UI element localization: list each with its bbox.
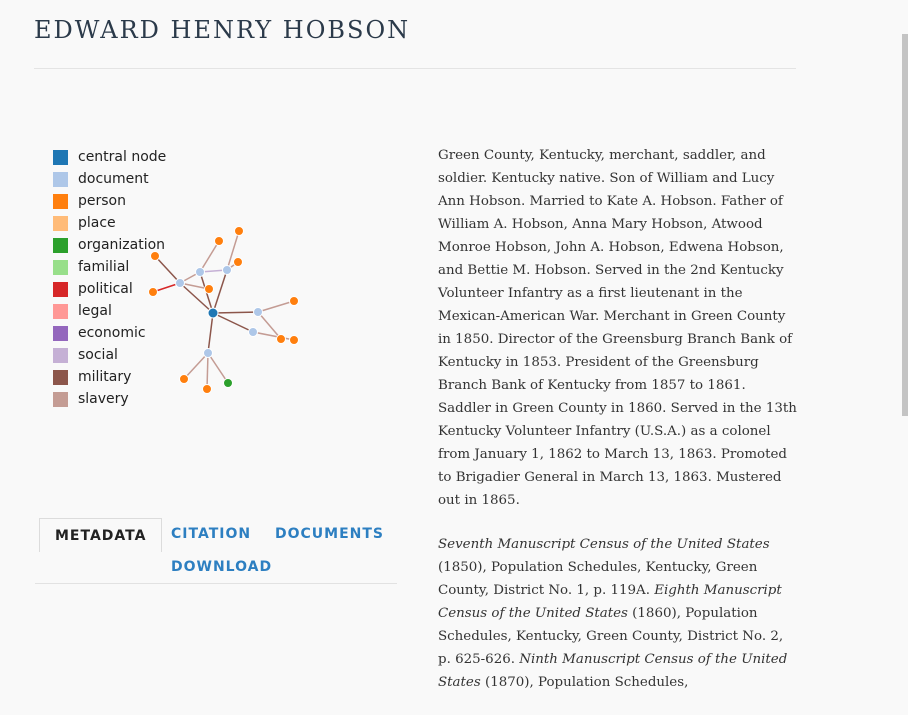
tab-metadata[interactable]: METADATA <box>39 518 163 552</box>
node-document[interactable] <box>248 327 258 337</box>
citation-paragraph: Seventh Manuscript Census of the United … <box>438 533 800 694</box>
legend-item-person: person <box>53 190 166 212</box>
node-document[interactable] <box>203 348 213 358</box>
legend-label: central node <box>78 149 167 165</box>
legend-item-central-node: central node <box>53 146 166 168</box>
node-document[interactable] <box>222 265 232 275</box>
node-person[interactable] <box>179 374 189 384</box>
citation-title: Seventh Manuscript Census of the United … <box>438 537 770 552</box>
network-edge <box>207 312 214 354</box>
legend-label: military <box>78 369 132 385</box>
node-document[interactable] <box>195 267 205 277</box>
legend-label: slavery <box>78 391 129 407</box>
network-edge <box>183 352 209 380</box>
legend-label: legal <box>78 303 112 319</box>
network-nodes <box>148 226 299 394</box>
page-title: EDWARD HENRY HOBSON <box>34 16 411 44</box>
tab-download[interactable]: DOWNLOAD <box>171 559 272 575</box>
title-divider <box>34 68 796 69</box>
biography: Green County, Kentucky, merchant, saddle… <box>438 144 800 715</box>
node-person[interactable] <box>276 334 286 344</box>
node-person[interactable] <box>214 236 224 246</box>
node-person[interactable] <box>289 335 299 345</box>
legend-swatch <box>53 215 68 231</box>
legend-swatch <box>53 193 68 209</box>
network-edge <box>212 312 254 333</box>
node-organization[interactable] <box>223 378 233 388</box>
legend-swatch <box>53 369 68 385</box>
node-document[interactable] <box>175 278 185 288</box>
legend-swatch <box>53 237 68 253</box>
biography-paragraph: Green County, Kentucky, merchant, saddle… <box>438 148 797 508</box>
node-person[interactable] <box>148 287 158 297</box>
legend-swatch <box>53 303 68 319</box>
legend-label: place <box>78 215 116 231</box>
network-edge <box>207 352 229 384</box>
network-edge <box>257 300 295 313</box>
tab-citation[interactable]: CITATION <box>171 526 251 542</box>
legend-label: economic <box>78 325 146 341</box>
network-edge <box>154 255 181 284</box>
network-edge <box>206 352 209 390</box>
legend-swatch <box>53 391 68 407</box>
legend-label: social <box>78 347 118 363</box>
legend-label: person <box>78 193 126 209</box>
node-document[interactable] <box>253 307 263 317</box>
tab-documents[interactable]: DOCUMENTS <box>275 526 384 542</box>
legend-label: familial <box>78 259 130 275</box>
network-graph[interactable] <box>140 220 320 400</box>
node-person[interactable] <box>150 251 160 261</box>
node-person[interactable] <box>233 257 243 267</box>
node-central[interactable] <box>207 307 219 319</box>
legend-swatch <box>53 347 68 363</box>
network-edge <box>212 269 228 314</box>
legend-label: political <box>78 281 133 297</box>
scrollbar[interactable] <box>902 34 908 416</box>
node-person[interactable] <box>234 226 244 236</box>
citation-text: (1870), Population Schedules, <box>480 675 689 690</box>
legend-swatch <box>53 171 68 187</box>
tabs-divider <box>35 583 397 584</box>
legend-item-document: document <box>53 168 166 190</box>
legend-swatch <box>53 259 68 275</box>
network-edge <box>212 311 259 314</box>
legend-swatch <box>53 325 68 341</box>
legend-swatch <box>53 281 68 297</box>
network-edge <box>252 331 295 341</box>
legend-swatch <box>53 149 68 165</box>
node-person[interactable] <box>202 384 212 394</box>
legend-label: document <box>78 171 149 187</box>
node-person[interactable] <box>204 284 214 294</box>
network-edge <box>199 240 220 273</box>
network-edges <box>152 230 295 390</box>
node-person[interactable] <box>289 296 299 306</box>
